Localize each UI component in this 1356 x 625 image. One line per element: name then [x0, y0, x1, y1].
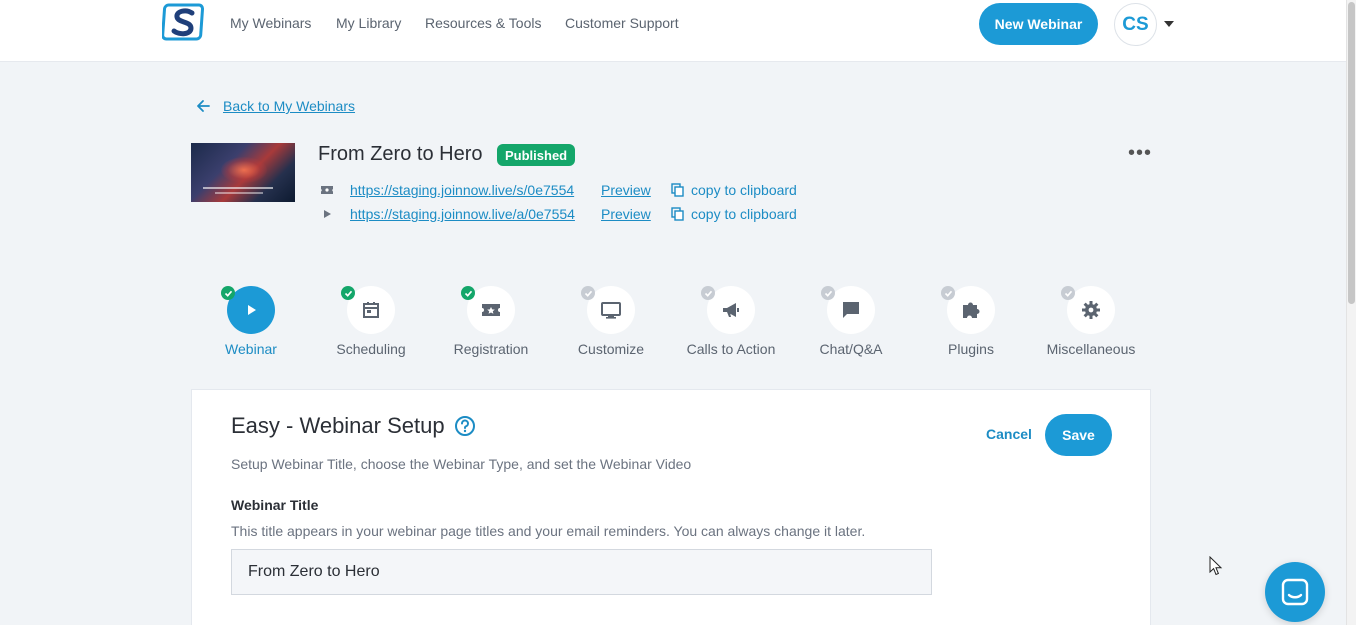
scrollbar-thumb[interactable] — [1348, 2, 1355, 304]
ticket-icon — [321, 186, 333, 194]
step-scheduling[interactable]: Scheduling — [321, 286, 421, 357]
step-label: Plugins — [948, 341, 994, 357]
webinar-title: From Zero to Hero — [318, 143, 483, 165]
mouse-cursor-icon — [1209, 556, 1223, 576]
monitor-icon — [601, 302, 621, 319]
chat-launcher-button[interactable] — [1265, 562, 1325, 622]
step-label: Customize — [577, 341, 645, 357]
registration-url-link[interactable]: https://staging.joinnow.live/s/0e7554 — [350, 182, 574, 198]
step-calls-to-action[interactable]: Calls to Action — [681, 286, 781, 357]
step-chat-qa[interactable]: Chat/Q&A — [801, 286, 901, 357]
page-scrollbar[interactable] — [1346, 0, 1356, 625]
step-plugins[interactable]: Plugins — [921, 286, 1021, 357]
webinar-setup-card: Easy - Webinar Setup Setup Webinar Title… — [191, 389, 1151, 625]
check-icon — [1061, 286, 1075, 300]
nav-my-library[interactable]: My Library — [336, 15, 401, 31]
chat-widget-icon — [1281, 578, 1309, 606]
step-customize[interactable]: Customize — [561, 286, 661, 357]
check-icon — [341, 286, 355, 300]
cancel-button[interactable]: Cancel — [986, 426, 1032, 442]
webinar-title-label: Webinar Title — [231, 497, 319, 513]
nav-customer-support[interactable]: Customer Support — [565, 15, 679, 31]
nav-resources-tools[interactable]: Resources & Tools — [425, 15, 541, 31]
check-icon — [461, 286, 475, 300]
copy-label: copy to clipboard — [691, 206, 797, 222]
step-registration[interactable]: Registration — [441, 286, 541, 357]
new-webinar-button[interactable]: New Webinar — [979, 3, 1098, 45]
webinar-thumbnail — [191, 143, 295, 202]
card-title: Easy - Webinar Setup — [231, 413, 445, 438]
megaphone-icon — [723, 303, 739, 317]
step-label: Registration — [453, 341, 529, 357]
registration-copy-button[interactable]: copy to clipboard — [671, 182, 797, 198]
step-label: Chat/Q&A — [819, 341, 883, 357]
avatar[interactable]: CS — [1114, 3, 1157, 46]
card-subtitle: Setup Webinar Title, choose the Webinar … — [231, 456, 692, 472]
webinar-title-help: This title appears in your webinar page … — [231, 523, 866, 539]
copy-icon — [671, 183, 684, 197]
step-miscellaneous[interactable]: Miscellaneous — [1041, 286, 1141, 357]
play-icon — [248, 305, 256, 315]
back-link[interactable]: Back to My Webinars — [195, 98, 355, 114]
top-navigation: My Webinars My Library Resources & Tools… — [0, 0, 1346, 62]
ticket-icon — [482, 304, 500, 316]
check-icon — [941, 286, 955, 300]
check-icon — [701, 286, 715, 300]
status-badge: Published — [497, 144, 576, 166]
help-icon[interactable] — [454, 415, 476, 437]
save-button[interactable]: Save — [1045, 414, 1112, 456]
nav-my-webinars[interactable]: My Webinars — [230, 15, 311, 31]
arrow-left-icon — [197, 100, 210, 112]
copy-label: copy to clipboard — [691, 182, 797, 198]
more-options-icon[interactable]: ••• — [1128, 143, 1152, 163]
check-icon — [221, 286, 235, 300]
step-label: Miscellaneous — [1046, 341, 1136, 357]
back-link-label[interactable]: Back to My Webinars — [223, 98, 355, 114]
attendee-preview-link[interactable]: Preview — [601, 206, 651, 222]
puzzle-icon — [963, 302, 980, 318]
step-label: Webinar — [225, 341, 277, 357]
check-icon — [821, 286, 835, 300]
step-webinar[interactable]: Webinar — [201, 286, 301, 357]
check-icon — [581, 286, 595, 300]
copy-icon — [671, 207, 684, 221]
play-small-icon — [324, 210, 331, 218]
webinar-title-input[interactable]: From Zero to Hero — [231, 549, 932, 595]
gear-icon — [1082, 301, 1100, 319]
calendar-icon — [363, 302, 379, 318]
brand-logo[interactable] — [162, 2, 208, 44]
attendee-url-link[interactable]: https://staging.joinnow.live/a/0e7554 — [350, 206, 575, 222]
step-label: Scheduling — [336, 341, 406, 357]
step-label: Calls to Action — [686, 341, 776, 357]
chat-bubble-icon — [843, 302, 859, 318]
registration-preview-link[interactable]: Preview — [601, 182, 651, 198]
attendee-copy-button[interactable]: copy to clipboard — [671, 206, 797, 222]
chevron-down-icon[interactable] — [1164, 21, 1174, 27]
